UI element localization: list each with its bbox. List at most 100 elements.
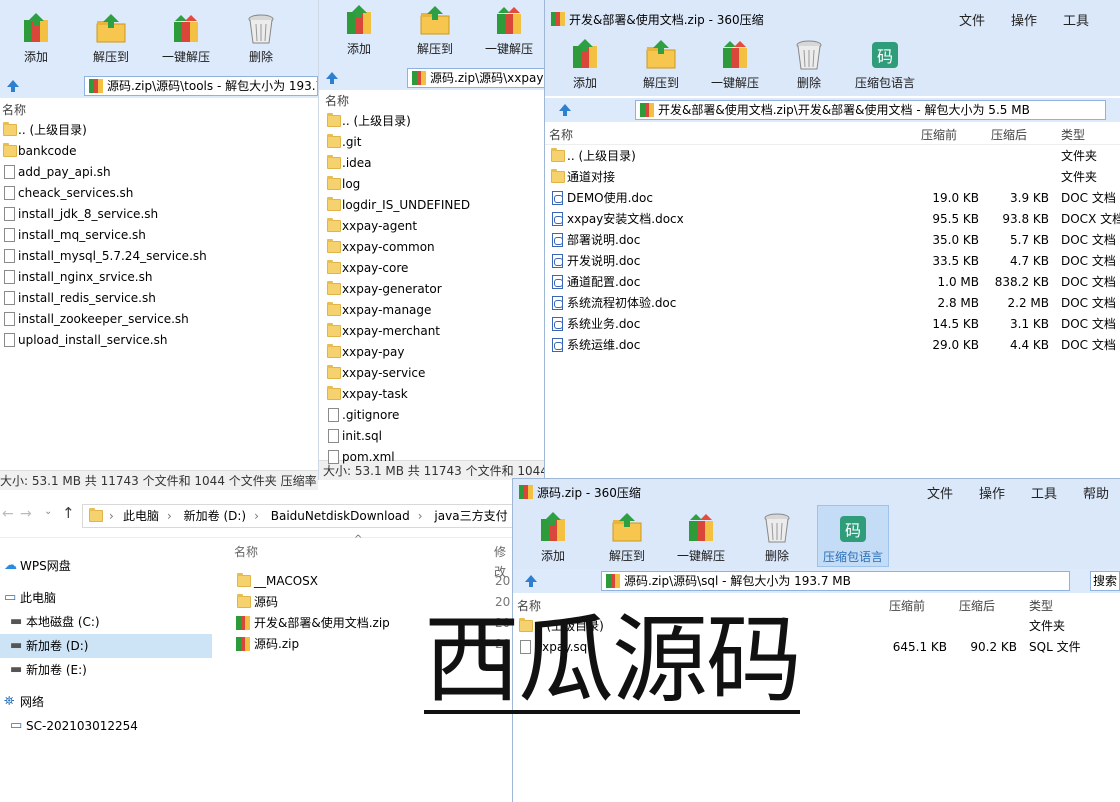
column-header[interactable]: 名称 压缩前 压缩后 类型 <box>545 125 1120 145</box>
table-row[interactable]: DEMO使用.doc 19.0 KB 3.9 KB DOC 文档 <box>545 188 1120 209</box>
list-item[interactable]: bankcode <box>0 141 318 162</box>
list-item[interactable]: logdir_IS_UNDEFINED <box>319 195 546 216</box>
delete-button[interactable]: 删除 <box>773 38 845 91</box>
breadcrumb-drive-d[interactable]: 新加卷 (D:) <box>184 509 246 523</box>
up-arrow-icon[interactable] <box>5 78 21 94</box>
list-item[interactable]: .. (上级目录) <box>0 120 318 141</box>
toolbar: 开发&部署&使用文档.zip - 360压缩 文件 操作 工具 添加 解压到 一… <box>545 0 1120 96</box>
list-item[interactable]: .. (上级目录) <box>319 111 546 132</box>
menu-file[interactable]: 文件 <box>927 483 953 502</box>
column-header[interactable]: 名称 <box>319 91 546 111</box>
add-button[interactable]: 添加 <box>0 12 72 65</box>
archive-language-button[interactable]: 压缩包语言 <box>817 505 889 567</box>
breadcrumb-this-pc[interactable]: 此电脑 <box>123 509 159 523</box>
address-input[interactable]: 源码.zip\源码\xxpay <box>407 68 546 88</box>
list-item[interactable]: install_zookeeper_service.sh <box>0 309 318 330</box>
list-item[interactable]: install_redis_service.sh <box>0 288 318 309</box>
menu-tools[interactable]: 工具 <box>1063 10 1089 29</box>
extract-to-button[interactable]: 解压到 <box>625 38 697 91</box>
list-item[interactable]: __MACOSX 20 <box>230 571 514 592</box>
search-input[interactable]: 搜索 <box>1090 571 1120 591</box>
address-input[interactable]: 开发&部署&使用文档.zip\开发&部署&使用文档 - 解包大小为 5.5 MB <box>635 100 1106 120</box>
table-row[interactable]: 通道配置.doc 1.0 MB 838.2 KB DOC 文档 <box>545 272 1120 293</box>
list-item[interactable]: xxpay-merchant <box>319 321 546 342</box>
sidebar-item[interactable]: ⛯ 网络 <box>0 690 212 714</box>
list-item[interactable]: install_mysql_5.7.24_service.sh <box>0 246 318 267</box>
list-item[interactable]: xxpay-manage <box>319 300 546 321</box>
table-row[interactable]: 系统业务.doc 14.5 KB 3.1 KB DOC 文档 <box>545 314 1120 335</box>
sidebar-item[interactable]: ☁ WPS网盘 <box>0 554 212 578</box>
one-click-extract-button[interactable]: 一键解压 <box>473 4 545 57</box>
delete-button[interactable]: 删除 <box>225 12 297 65</box>
sidebar-item[interactable]: ▬ 新加卷 (D:) <box>0 634 212 658</box>
delete-button[interactable]: 删除 <box>741 511 813 564</box>
add-button[interactable]: 添加 <box>517 511 589 564</box>
list-item[interactable]: xxpay-service <box>319 363 546 384</box>
extract-to-button[interactable]: 解压到 <box>591 511 663 564</box>
list-item[interactable]: pom.xml <box>319 447 546 468</box>
list-item[interactable]: xxpay-core <box>319 258 546 279</box>
column-header[interactable]: 名称 修改 <box>230 542 514 579</box>
extract-to-button[interactable]: 解压到 <box>399 4 471 57</box>
list-item[interactable]: .gitignore <box>319 405 546 426</box>
list-item[interactable]: cheack_services.sh <box>0 183 318 204</box>
list-item[interactable]: xxpay-common <box>319 237 546 258</box>
sidebar-item-label: 网络 <box>20 695 45 709</box>
up-arrow-icon[interactable] <box>324 70 340 86</box>
list-item[interactable]: xxpay-generator <box>319 279 546 300</box>
archive-language-button[interactable]: 压缩包语言 <box>849 38 921 91</box>
list-item[interactable]: install_mq_service.sh <box>0 225 318 246</box>
table-row[interactable]: 通道对接 文件夹 <box>545 167 1120 188</box>
list-item[interactable]: xxpay-agent <box>319 216 546 237</box>
file-name: xxpay-manage <box>342 303 432 317</box>
menu-operate[interactable]: 操作 <box>979 483 1005 502</box>
one-click-extract-button[interactable]: 一键解压 <box>150 12 222 65</box>
list-item[interactable]: xxpay-pay <box>319 342 546 363</box>
sidebar-item[interactable]: ▬ 本地磁盘 (C:) <box>0 610 212 634</box>
table-row[interactable]: 系统运维.doc 29.0 KB 4.4 KB DOC 文档 <box>545 335 1120 356</box>
menu-tools[interactable]: 工具 <box>1031 483 1057 502</box>
back-arrow-icon[interactable]: ← <box>2 506 14 522</box>
list-item[interactable]: install_nginx_srvice.sh <box>0 267 318 288</box>
menu-operate[interactable]: 操作 <box>1011 10 1037 29</box>
table-row[interactable]: 系统流程初体验.doc 2.8 MB 2.2 MB DOC 文档 <box>545 293 1120 314</box>
list-item[interactable]: .idea <box>319 153 546 174</box>
sidebar-item[interactable]: ▬ 新加卷 (E:) <box>0 658 212 682</box>
table-row[interactable]: xxpay安装文档.docx 95.5 KB 93.8 KB DOCX 文档 <box>545 209 1120 230</box>
up-arrow-icon[interactable]: ↑ <box>62 504 75 522</box>
one-click-extract-button[interactable]: 一键解压 <box>699 38 771 91</box>
chevron-down-icon[interactable]: ⌄ <box>44 506 52 517</box>
menu-help[interactable]: 帮助 <box>1083 483 1109 502</box>
breadcrumb-java-pay[interactable]: java三方支付 <box>434 509 507 523</box>
column-header[interactable]: 名称 <box>0 100 318 120</box>
extract-to-button[interactable]: 解压到 <box>75 12 147 65</box>
table-row[interactable]: 部署说明.doc 35.0 KB 5.7 KB DOC 文档 <box>545 230 1120 251</box>
address-input[interactable]: 源码.zip\源码\sql - 解包大小为 193.7 MB <box>601 571 1070 591</box>
one-click-extract-button[interactable]: 一键解压 <box>665 511 737 564</box>
list-item[interactable]: upload_install_service.sh <box>0 330 318 351</box>
list-item[interactable]: init.sql <box>319 426 546 447</box>
sidebar-item[interactable]: ▭ 此电脑 <box>0 586 212 610</box>
sidebar-item-label: 新加卷 (D:) <box>26 639 89 653</box>
list-item[interactable]: add_pay_api.sh <box>0 162 318 183</box>
address-input[interactable]: 源码.zip\源码\tools - 解包大小为 193.7 MB <box>84 76 318 96</box>
file-type: DOC 文档 <box>1061 191 1116 205</box>
navigation-bar: ← → ⌄ ↑ › 此电脑 › 新加卷 (D:) › BaiduNetdiskDow… <box>0 492 514 538</box>
forward-arrow-icon[interactable]: → <box>20 506 32 522</box>
add-button[interactable]: 添加 <box>323 4 395 57</box>
file-icon <box>4 291 15 305</box>
list-item[interactable]: xxpay-task <box>319 384 546 405</box>
up-arrow-icon[interactable] <box>557 102 573 118</box>
table-row[interactable]: .. (上级目录) 文件夹 <box>545 146 1120 167</box>
menu-file[interactable]: 文件 <box>959 10 985 29</box>
table-row[interactable]: 开发说明.doc 33.5 KB 4.7 KB DOC 文档 <box>545 251 1120 272</box>
sidebar-item[interactable]: ▭ SC-202103012254 <box>0 714 212 738</box>
list-item[interactable]: install_jdk_8_service.sh <box>0 204 318 225</box>
up-arrow-icon[interactable] <box>523 573 539 589</box>
list-item[interactable]: log <box>319 174 546 195</box>
size-after: 2.2 MB <box>1007 296 1049 310</box>
breadcrumb-download[interactable]: BaiduNetdiskDownload <box>271 509 410 523</box>
breadcrumb[interactable]: › 此电脑 › 新加卷 (D:) › BaiduNetdiskDownload › j… <box>82 504 514 528</box>
list-item[interactable]: .git <box>319 132 546 153</box>
add-button[interactable]: 添加 <box>549 38 621 91</box>
